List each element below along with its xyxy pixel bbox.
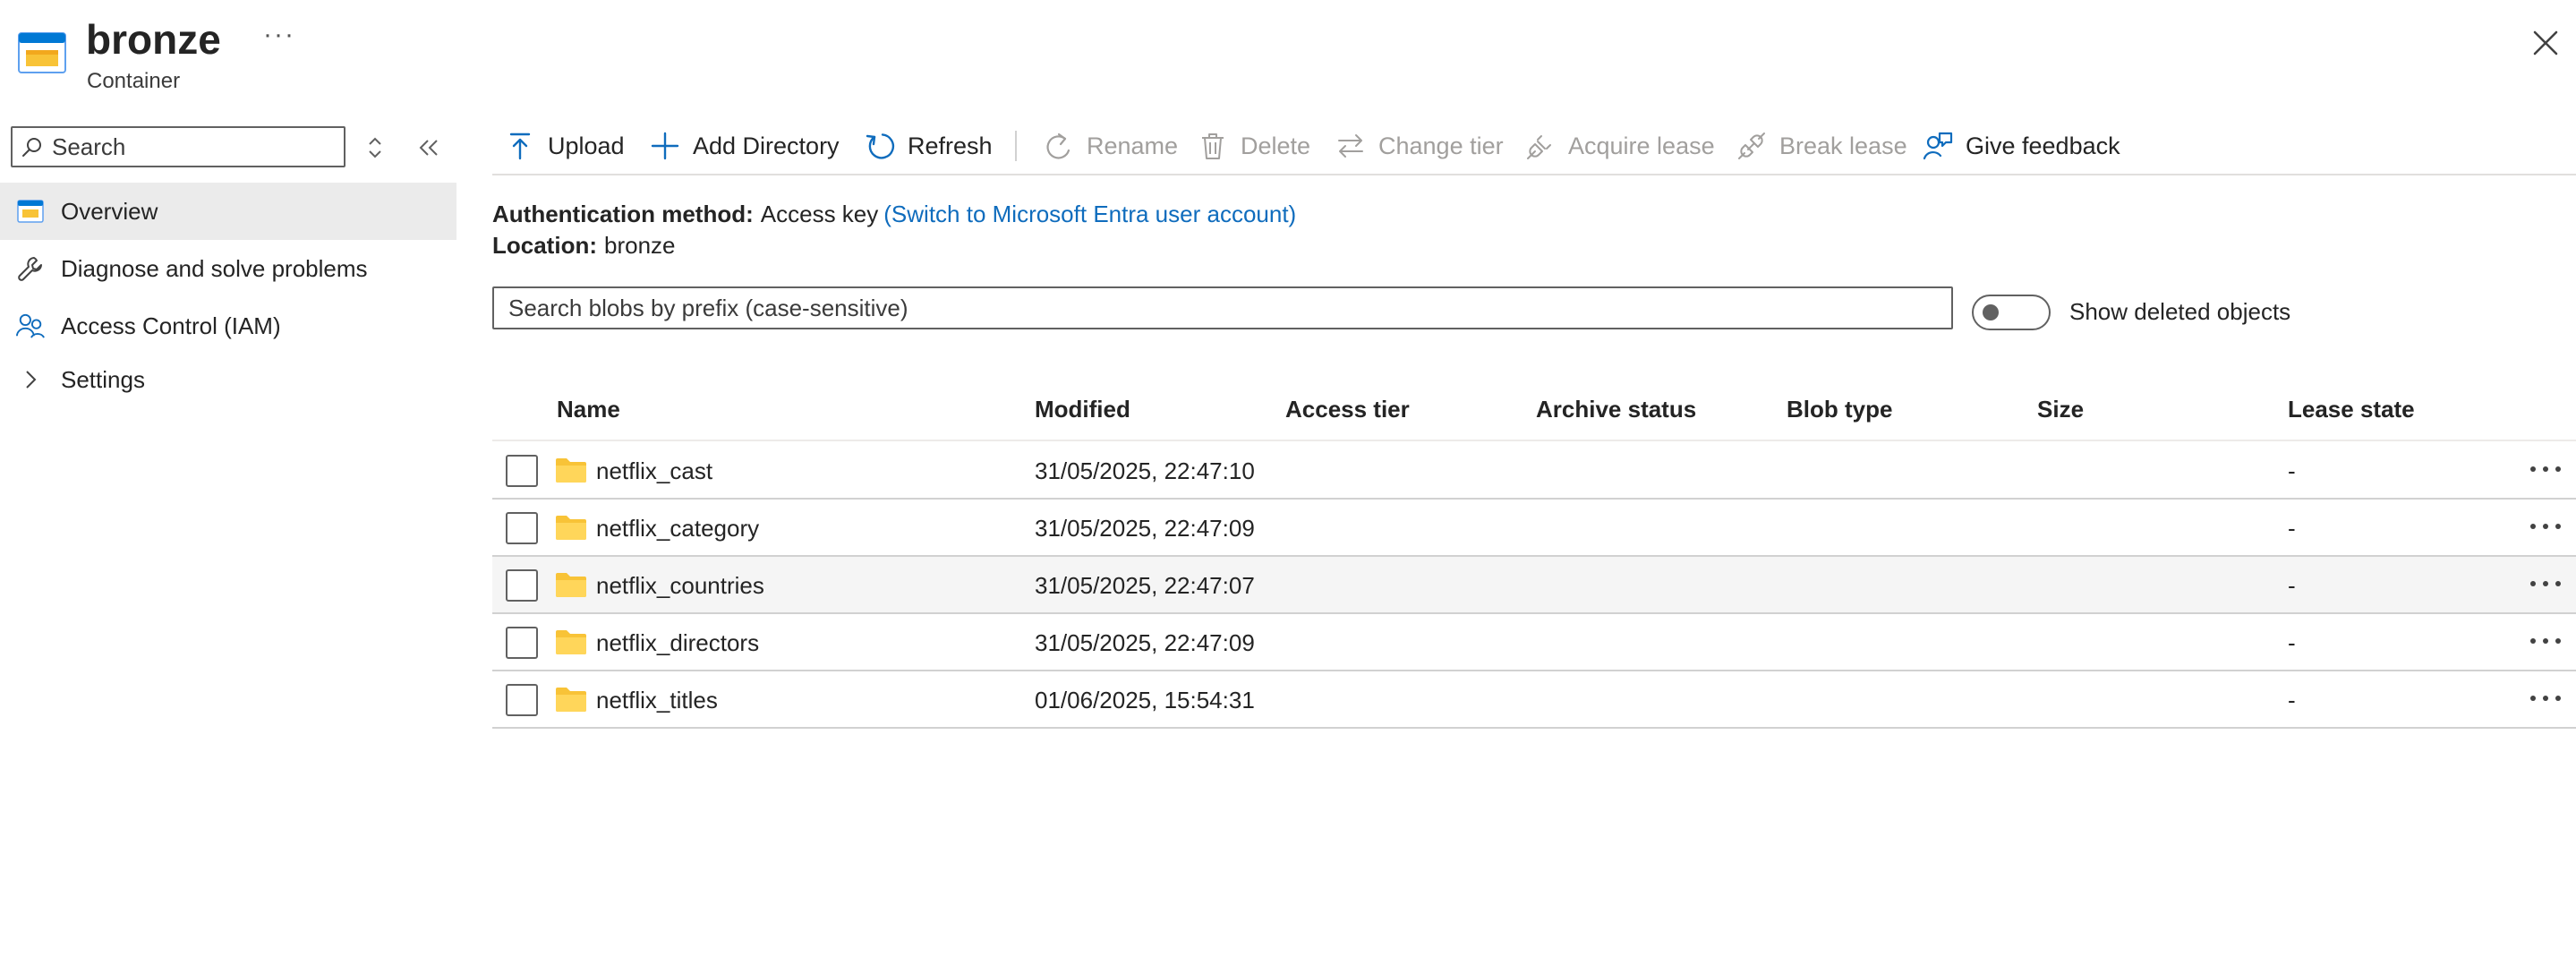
delete-button[interactable]: Delete bbox=[1198, 125, 1310, 167]
people-icon bbox=[16, 312, 45, 340]
page-subtitle: Container bbox=[87, 69, 181, 93]
row-modified: 31/05/2025, 22:47:09 bbox=[1035, 629, 1255, 656]
table-row[interactable]: netflix_cast 31/05/2025, 22:47:10 - bbox=[492, 442, 2576, 500]
acquire-lease-button[interactable]: Acquire lease bbox=[1525, 125, 1715, 167]
plug-icon bbox=[1527, 135, 1551, 159]
auth-method-value: Access key bbox=[760, 201, 879, 227]
location-row: Location: bronze bbox=[492, 232, 676, 260]
row-name[interactable]: netflix_cast bbox=[596, 457, 712, 485]
column-header-archive-status[interactable]: Archive status bbox=[1536, 396, 1696, 423]
row-name[interactable]: netflix_directors bbox=[596, 629, 759, 657]
rename-button[interactable]: Rename bbox=[1044, 125, 1178, 167]
sidebar-item-settings[interactable]: Settings bbox=[0, 351, 456, 408]
show-deleted-toggle[interactable] bbox=[1972, 295, 2051, 330]
break-lease-button[interactable]: Break lease bbox=[1736, 125, 1907, 167]
search-icon bbox=[22, 138, 41, 157]
row-lease-state: - bbox=[2288, 457, 2296, 484]
table-row[interactable]: netflix_titles 01/06/2025, 15:54:31 - bbox=[492, 671, 2576, 729]
change-tier-button[interactable]: Change tier bbox=[1335, 125, 1504, 167]
folder-icon bbox=[556, 688, 586, 712]
swap-icon bbox=[1338, 134, 1363, 158]
location-label: Location: bbox=[492, 232, 597, 259]
folder-icon bbox=[556, 516, 586, 540]
column-header-modified[interactable]: Modified bbox=[1035, 396, 1130, 423]
upload-button[interactable]: Upload bbox=[505, 125, 625, 167]
add-directory-button[interactable]: Add Directory bbox=[650, 125, 840, 167]
more-actions-icon[interactable] bbox=[2528, 517, 2563, 535]
table-row[interactable]: netflix_directors 31/05/2025, 22:47:09 - bbox=[492, 614, 2576, 671]
more-actions-icon[interactable] bbox=[2528, 575, 2563, 593]
column-header-lease-state[interactable]: Lease state bbox=[2288, 396, 2415, 423]
column-header-name[interactable]: Name bbox=[557, 396, 620, 423]
row-name[interactable]: netflix_countries bbox=[596, 572, 764, 600]
column-header-blob-type[interactable]: Blob type bbox=[1787, 396, 1892, 423]
more-actions-icon[interactable] bbox=[2528, 632, 2563, 650]
plus-icon bbox=[651, 132, 679, 160]
page-title: bronze bbox=[86, 16, 221, 63]
row-lease-state: - bbox=[2288, 572, 2296, 599]
row-checkbox[interactable] bbox=[506, 627, 538, 659]
wrench-icon bbox=[16, 254, 45, 283]
toolbar-divider bbox=[1015, 131, 1017, 161]
row-checkbox[interactable] bbox=[506, 569, 538, 602]
folder-icon bbox=[556, 573, 586, 597]
sidebar-item-label: Diagnose and solve problems bbox=[61, 254, 368, 282]
folder-icon bbox=[556, 630, 586, 654]
sidebar-item-access-control[interactable]: Access Control (IAM) bbox=[0, 297, 456, 355]
row-checkbox[interactable] bbox=[506, 512, 538, 544]
upload-icon bbox=[509, 132, 531, 160]
row-name[interactable]: netflix_category bbox=[596, 515, 759, 543]
row-modified: 31/05/2025, 22:47:07 bbox=[1035, 572, 1255, 599]
toggle-knob bbox=[1983, 304, 1999, 320]
row-name[interactable]: netflix_titles bbox=[596, 687, 718, 714]
location-value: bronze bbox=[604, 232, 676, 259]
auth-method-row: Authentication method: Access key (Switch … bbox=[492, 201, 1296, 228]
column-header-size[interactable]: Size bbox=[2037, 396, 2084, 423]
more-actions-icon[interactable] bbox=[2528, 460, 2563, 478]
blob-prefix-search-input[interactable] bbox=[492, 286, 1953, 329]
row-modified: 01/06/2025, 15:54:31 bbox=[1035, 687, 1255, 713]
sidebar-item-overview[interactable]: Overview bbox=[0, 183, 456, 240]
close-icon[interactable] bbox=[2526, 23, 2565, 63]
refresh-icon bbox=[866, 133, 895, 159]
table-row[interactable]: netflix_countries 31/05/2025, 22:47:07 - bbox=[492, 557, 2576, 614]
table-row[interactable]: netflix_category 31/05/2025, 22:47:09 - bbox=[492, 500, 2576, 557]
command-bar: Upload Add Directory Refresh Rename Dele… bbox=[492, 116, 2576, 175]
sidebar-search-box[interactable] bbox=[11, 126, 345, 167]
sidebar-item-diagnose[interactable]: Diagnose and solve problems bbox=[0, 240, 456, 297]
row-checkbox[interactable] bbox=[506, 684, 538, 716]
show-deleted-label: Show deleted objects bbox=[2069, 298, 2291, 325]
container-icon bbox=[18, 32, 66, 73]
give-feedback-button[interactable]: Give feedback bbox=[1923, 125, 2120, 167]
row-lease-state: - bbox=[2288, 515, 2296, 542]
row-modified: 31/05/2025, 22:47:10 bbox=[1035, 457, 1255, 484]
table-header-divider bbox=[492, 440, 2576, 441]
container-icon bbox=[16, 197, 45, 226]
row-checkbox[interactable] bbox=[506, 455, 538, 487]
collapse-sidebar-icon[interactable] bbox=[415, 135, 442, 160]
row-lease-state: - bbox=[2288, 629, 2296, 656]
refresh-button[interactable]: Refresh bbox=[865, 125, 993, 167]
feedback-icon bbox=[1923, 132, 1953, 160]
more-actions-icon[interactable] bbox=[2528, 689, 2563, 707]
sidebar-item-label: Overview bbox=[61, 197, 158, 225]
auth-method-label: Authentication method: bbox=[492, 201, 754, 227]
trash-icon bbox=[1202, 133, 1224, 159]
rename-icon bbox=[1046, 132, 1070, 159]
sidebar-item-label: Access Control (IAM) bbox=[61, 312, 281, 339]
row-modified: 31/05/2025, 22:47:09 bbox=[1035, 515, 1255, 542]
folder-icon bbox=[556, 458, 586, 483]
row-lease-state: - bbox=[2288, 687, 2296, 713]
more-options-button[interactable]: ··· bbox=[263, 21, 295, 48]
sort-icon[interactable] bbox=[363, 134, 387, 161]
sidebar-item-label: Settings bbox=[61, 365, 145, 393]
sidebar-search-input[interactable] bbox=[52, 132, 320, 161]
column-header-access-tier[interactable]: Access tier bbox=[1285, 396, 1410, 423]
plug-disconnected-icon bbox=[1738, 132, 1765, 159]
switch-auth-link[interactable]: (Switch to Microsoft Entra user account) bbox=[883, 201, 1296, 227]
chevron-right-icon bbox=[16, 365, 45, 394]
